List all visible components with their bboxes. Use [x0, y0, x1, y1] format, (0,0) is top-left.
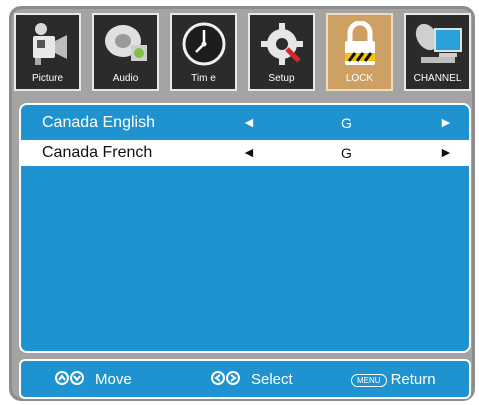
list-item-canada-french[interactable]: Canada French ◄ G ►: [21, 140, 469, 166]
right-arrow-icon[interactable]: ►: [439, 144, 453, 160]
rating-list-panel: Canada English ◄ G ► Canada French ◄ G ►: [19, 103, 471, 353]
right-arrow-icon[interactable]: ►: [439, 114, 453, 130]
hint-move: Move: [55, 371, 132, 389]
tab-lock[interactable]: LOCK: [326, 13, 393, 91]
left-arrow-icon[interactable]: ◄: [242, 114, 256, 130]
tab-label: CHANNEL: [413, 73, 462, 84]
clock-icon: [182, 22, 225, 66]
satellite-dish-icon: [415, 23, 462, 63]
row-name: Canada English: [42, 114, 155, 131]
tab-label: Tim e: [191, 73, 216, 84]
tab-label: LOCK: [345, 73, 374, 84]
row-value: G: [341, 115, 352, 131]
tab-label: Audio: [112, 73, 139, 84]
audio-icon: [104, 25, 147, 61]
select-label: Select: [251, 371, 293, 388]
lock-icon: [344, 21, 375, 65]
tab-channel[interactable]: CHANNEL: [404, 13, 471, 91]
up-down-keys-icon: [55, 371, 85, 389]
tab-label: Setup: [268, 73, 295, 84]
hint-select: Select: [211, 371, 293, 389]
hint-return: MENU Return: [351, 371, 436, 388]
tab-label: Picture: [31, 73, 64, 84]
tab-picture[interactable]: Picture: [14, 13, 81, 91]
list-item-canada-english[interactable]: Canada English ◄ G ►: [21, 110, 469, 136]
menu-tabs: Picture Audio Tim e Setup LOCK CHANNEL: [14, 13, 474, 93]
row-value: G: [341, 145, 352, 161]
tab-setup[interactable]: Setup: [248, 13, 315, 91]
camera-icon: [32, 23, 67, 65]
move-label: Move: [95, 371, 132, 388]
tab-audio[interactable]: Audio: [92, 13, 159, 91]
return-label: Return: [390, 371, 436, 388]
menu-key-icon: MENU: [351, 373, 387, 387]
row-name: Canada French: [42, 144, 153, 161]
left-right-keys-icon: [211, 371, 241, 389]
left-arrow-icon[interactable]: ◄: [242, 144, 256, 160]
tab-time[interactable]: Tim e: [170, 13, 237, 91]
gear-icon: [260, 23, 303, 65]
help-bar: Move Select MENU Return: [19, 359, 471, 399]
